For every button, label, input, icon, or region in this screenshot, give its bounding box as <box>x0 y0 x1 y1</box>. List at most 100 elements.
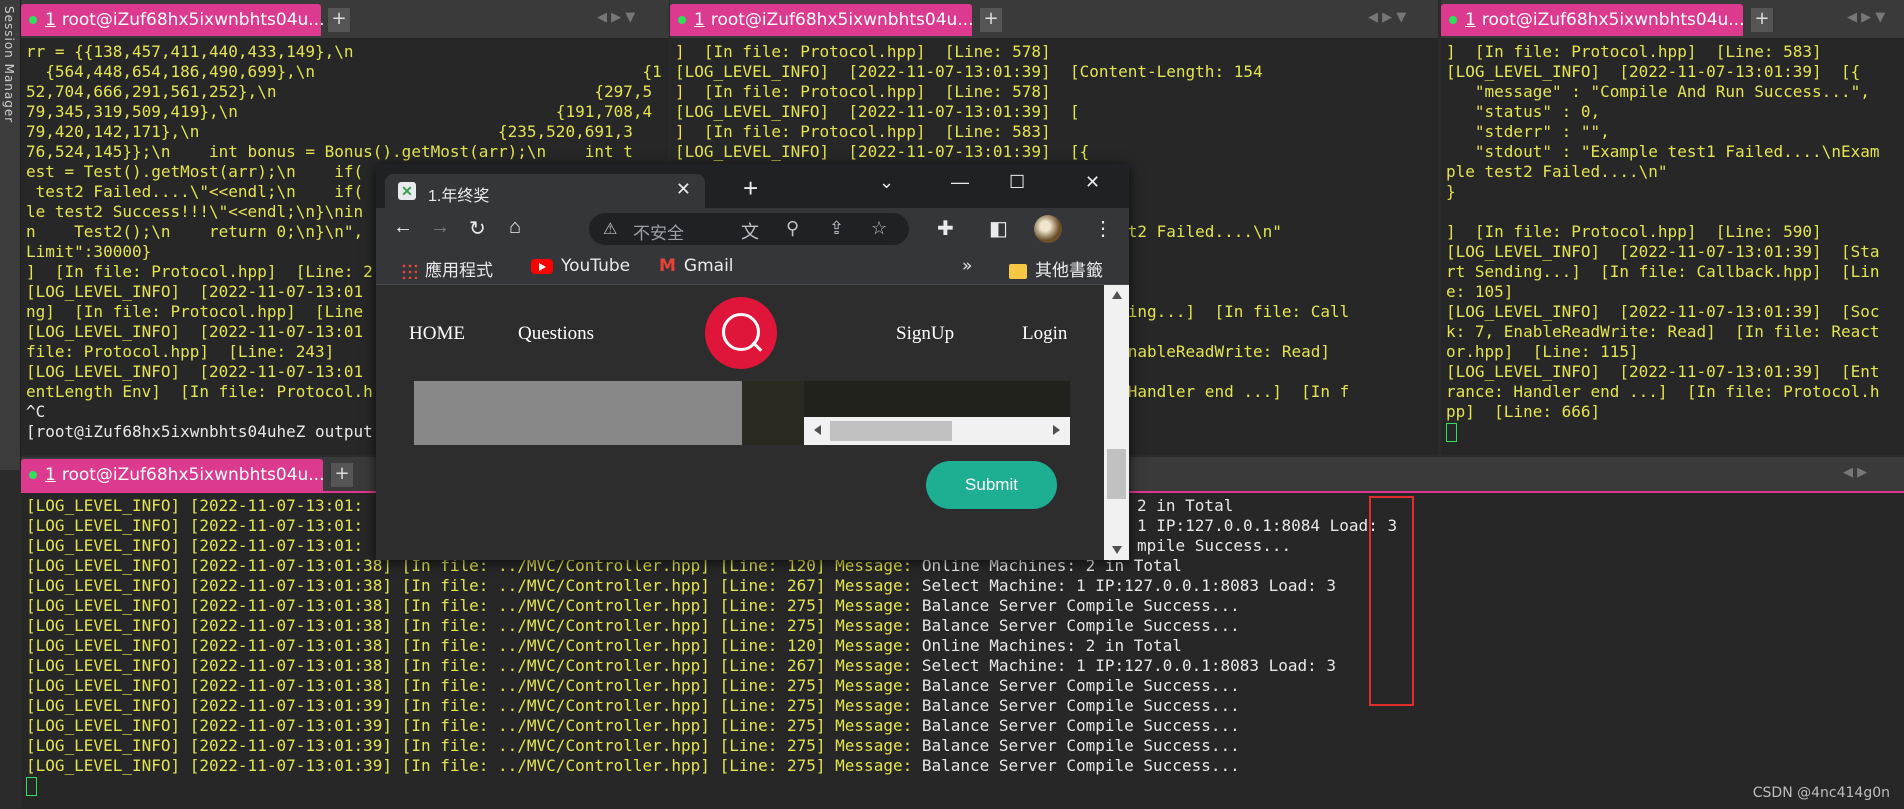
scroll-thumb[interactable] <box>1107 449 1126 499</box>
browser-toolbar: ← → ↻ ⌂ ⚠ 不安全 文 ⚲ ⇪ ☆ ✚ ◧ ⋮ <box>376 208 1129 250</box>
tab-bar: 1root@iZuf68hx5ixwnbhts04u...✕ + ◀ ▶ ▼ <box>1441 0 1904 38</box>
terminal-line: 79,420,142,171},\n {235,520,691,3 <box>26 122 633 141</box>
log-row: [LOG_LEVEL_INFO] [2022-11-07-13:01:38] [… <box>26 636 1900 656</box>
log-row: [LOG_LEVEL_INFO] [2022-11-07-13:01:39] [… <box>26 756 1900 776</box>
vertical-scrollbar[interactable] <box>1104 285 1129 560</box>
bookmark-youtube[interactable]: YouTube <box>531 256 630 276</box>
tab-bar: 1root@iZuf68hx5ixwnbhts04u...✕ + ◀ ▶ ▼ <box>21 0 669 38</box>
session-tab[interactable]: 1root@iZuf68hx5ixwnbhts04u...✕ <box>1441 4 1766 36</box>
home-icon[interactable]: ⌂ <box>509 216 521 239</box>
maximize-button[interactable]: ☐ <box>1009 172 1025 193</box>
scroll-up-icon[interactable] <box>1112 291 1122 299</box>
log-row: [LOG_LEVEL_INFO] [2022-11-07-13:01:38] [… <box>26 616 1900 636</box>
bookmark-gmail[interactable]: M Gmail <box>659 256 734 276</box>
address-bar[interactable]: ⚠ 不安全 文 ⚲ ⇪ ☆ <box>589 213 909 245</box>
terminal-line: ] [In file: Protocol.hpp] [Line: 590] <box>1446 222 1822 241</box>
site-logo[interactable] <box>705 297 777 369</box>
session-manager-panel[interactable]: Session Manager <box>0 0 21 470</box>
terminal-line: e: 105] <box>1446 282 1514 301</box>
zoom-icon[interactable]: ⚲ <box>786 218 799 239</box>
translate-icon[interactable]: 文 <box>741 218 759 244</box>
new-tab-button[interactable]: + <box>328 8 350 32</box>
log-message: Balance Server Compile Success... <box>912 616 1240 635</box>
terminal-line: } <box>1446 182 1456 201</box>
new-tab-button[interactable]: + <box>331 463 353 487</box>
bookmark-other-folder[interactable]: 其他書籤 <box>1009 256 1103 281</box>
session-tab[interactable]: 1root@iZuf68hx5ixwnbhts04u...✕ <box>21 4 346 36</box>
log-prefix: [LOG_LEVEL_INFO] [2022-11-07-13:01: <box>26 536 364 555</box>
not-secure-label: 不安全 <box>633 224 684 244</box>
terminal-line: or.hpp] [Line: 115] <box>1446 342 1639 361</box>
tab-scroll-arrows[interactable]: ◀ ▶ ▼ <box>1368 10 1406 25</box>
log-prefix: [LOG_LEVEL_INFO] [2022-11-07-13:01: <box>26 496 364 515</box>
warning-icon: ⚠ <box>603 221 618 238</box>
bookmark-apps[interactable]: 應用程式 <box>401 256 493 281</box>
load-highlight-box <box>1369 496 1414 706</box>
log-row: [LOG_LEVEL_INFO] [2022-11-07-13:01:39] [… <box>26 736 1900 756</box>
bookmarks-more-button[interactable]: » <box>962 256 972 276</box>
terminal-cursor <box>1446 423 1457 442</box>
close-tab-icon[interactable]: ✕ <box>676 179 691 200</box>
tab-scroll-arrows[interactable]: ◀ ▶ <box>1843 465 1867 480</box>
nav-signup-link[interactable]: SignUp <box>896 323 954 345</box>
log-row: [LOG_LEVEL_INFO] [2022-11-07-13:01:39] [… <box>26 696 1900 716</box>
tab-scroll-arrows[interactable]: ◀ ▶ ▼ <box>597 10 635 25</box>
output-area <box>804 381 1070 417</box>
browser-tab-strip: ✕ 1.年终奖 ✕ + ⌄ — ☐ ✕ <box>376 164 1129 208</box>
log-row: [LOG_LEVEL_INFO] [2022-11-07-13:01:39] [… <box>26 716 1900 736</box>
terminal-line: 76,524,145}};\n int bonus = Bonus().getM… <box>26 142 633 161</box>
nav-home-link[interactable]: HOME <box>409 323 465 345</box>
tab-search-icon[interactable]: ⌄ <box>879 172 894 193</box>
new-tab-button[interactable]: + <box>1751 8 1773 32</box>
log-prefix: [LOG_LEVEL_INFO] [2022-11-07-13:01:38] [… <box>26 596 913 615</box>
nav-questions-link[interactable]: Questions <box>518 323 594 345</box>
log-prefix: [LOG_LEVEL_INFO] [2022-11-07-13:01:38] [… <box>26 636 913 655</box>
extensions-icon[interactable]: ✚ <box>937 216 954 241</box>
menu-icon[interactable]: ⋮ <box>1093 216 1113 241</box>
close-window-button[interactable]: ✕ <box>1085 172 1100 193</box>
log-prefix: [LOG_LEVEL_INFO] [2022-11-07-13:01:39] [… <box>26 736 913 755</box>
scroll-left-icon[interactable] <box>814 425 821 435</box>
horizontal-scrollbar[interactable] <box>804 417 1070 445</box>
browser-window[interactable]: ✕ 1.年终奖 ✕ + ⌄ — ☐ ✕ ← → ↻ ⌂ ⚠ 不安全 文 ⚲ ⇪ … <box>376 164 1129 560</box>
code-editor-area[interactable] <box>414 381 742 445</box>
forward-icon[interactable]: → <box>430 216 450 239</box>
bookmark-star-icon[interactable]: ☆ <box>871 218 887 239</box>
profile-avatar[interactable] <box>1034 215 1062 243</box>
log-prefix: [LOG_LEVEL_INFO] [2022-11-07-13:01:39] [… <box>26 696 913 715</box>
connected-indicator-icon <box>1449 16 1457 24</box>
folder-icon <box>1009 263 1027 279</box>
share-icon[interactable]: ⇪ <box>829 218 844 239</box>
log-message: Balance Server Compile Success... <box>912 736 1240 755</box>
terminal-output[interactable]: ] [In file: Protocol.hpp] [Line: 583] [LO… <box>1441 40 1904 455</box>
scroll-thumb[interactable] <box>830 421 952 441</box>
scroll-down-icon[interactable] <box>1112 546 1122 554</box>
log-prefix: [LOG_LEVEL_INFO] [2022-11-07-13:01:38] [… <box>26 656 913 675</box>
new-tab-button[interactable]: + <box>743 173 758 204</box>
connected-indicator-icon <box>29 16 37 24</box>
terminal-line: ] [In file: Protocol.hpp] [Line: 583] <box>675 122 1051 141</box>
reload-icon[interactable]: ↻ <box>469 216 486 241</box>
terminal-line: rr = {{138,457,411,440,433,149},\n <box>26 42 354 61</box>
browser-tab[interactable]: ✕ 1.年终奖 ✕ <box>385 174 705 208</box>
new-tab-button[interactable]: + <box>980 8 1002 32</box>
back-icon[interactable]: ← <box>393 216 413 239</box>
page-viewport[interactable]: HOME Questions SignUp Login Submit <box>376 285 1104 560</box>
scroll-right-icon[interactable] <box>1053 425 1060 435</box>
terminal-pane-top-right[interactable]: 1root@iZuf68hx5ixwnbhts04u...✕ + ◀ ▶ ▼ ]… <box>1441 0 1904 455</box>
minimize-button[interactable]: — <box>951 172 969 193</box>
log-message: Select Machine: 1 IP:127.0.0.1:8083 Load… <box>912 656 1337 675</box>
session-tab[interactable]: 1root@iZuf68hx5ixwnbhts04u...✕ <box>21 459 346 491</box>
submit-button[interactable]: Submit <box>926 461 1057 509</box>
session-tab[interactable]: 1root@iZuf68hx5ixwnbhts04u...✕ <box>670 4 995 36</box>
watermark: CSDN @4nc414g0n <box>1752 785 1890 801</box>
nav-login-link[interactable]: Login <box>1022 323 1067 345</box>
tab-scroll-arrows[interactable]: ◀ ▶ ▼ <box>1847 10 1885 25</box>
terminal-line: ] [In file: Protocol.hpp] [Line: 583] <box>1446 42 1822 61</box>
terminal-line: "message" : "Compile And Run Success..."… <box>1446 82 1870 101</box>
side-panel-icon[interactable]: ◧ <box>989 216 1008 241</box>
terminal-line: ] [In file: Protocol.hpp] [Line: 578] <box>675 42 1051 61</box>
terminal-line: pp] [Line: 666] <box>1446 402 1601 421</box>
terminal-line: [LOG_LEVEL_INFO] [2022-11-07-13:01:39] [… <box>675 142 1090 161</box>
terminal-line: [LOG_LEVEL_INFO] [2022-11-07-13:01:39] [… <box>1446 302 1880 321</box>
